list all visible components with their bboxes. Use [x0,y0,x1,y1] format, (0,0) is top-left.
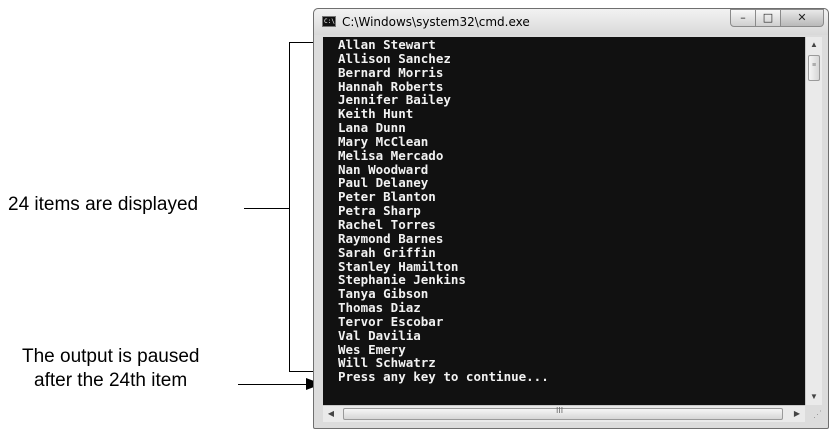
minimize-button[interactable]: – [730,9,756,27]
close-icon: ✕ [797,11,807,24]
resize-grip-icon[interactable]: ⋰ [805,405,822,422]
bracket-pointer-line [244,208,289,209]
vertical-scroll-thumb[interactable]: ≡ [808,55,820,81]
console-line: Press any key to continue... [338,369,549,385]
title-bar[interactable]: C:\ C:\Windows\system32\cmd.exe – □ ✕ [314,9,828,35]
scroll-down-arrow-icon[interactable]: ▼ [806,389,822,405]
console-line: Stanley Hamilton [338,258,459,274]
vertical-scrollbar[interactable]: ▲ ≡ ▼ [805,37,822,405]
console-line: Peter Blanton [338,189,436,205]
console-line: Allan Stewart [338,37,436,52]
console-lines: Allan Stewart Allison Sanchez Bernard Morr… [338,38,549,384]
console-line: Sarah Griffin [338,244,436,260]
console-line: Bernard Morris [338,64,444,80]
items-displayed-callout: 24 items are displayed [8,194,199,215]
console-line: Allison Sanchez [338,50,451,66]
console-line: Melisa Mercado [338,147,444,163]
console-line: Will Schwatrz [338,355,436,371]
console-line: Paul Delaney [338,175,429,191]
console-line: Mary McClean [338,133,429,149]
minimize-icon: – [740,11,746,24]
console-line: Wes Emery [338,341,406,357]
console-line: Lana Dunn [338,120,406,136]
window-title: C:\Windows\system32\cmd.exe [342,15,530,29]
paused-arrow-line [238,384,308,385]
maximize-icon: □ [762,11,774,24]
horizontal-scroll-thumb[interactable]: III [343,406,783,420]
console-line: Hannah Roberts [338,78,444,94]
console-output-area[interactable]: Allan Stewart Allison Sanchez Bernard Morr… [323,37,805,405]
cmd-window[interactable]: C:\ C:\Windows\system32\cmd.exe – □ ✕ Al… [313,8,829,429]
scroll-left-arrow-icon[interactable]: ◀ [323,406,339,422]
maximize-button[interactable]: □ [755,9,781,27]
scroll-up-arrow-icon[interactable]: ▲ [806,37,822,53]
console-line: Tanya Gibson [338,286,429,302]
console-line: Raymond Barnes [338,230,444,246]
cmd-icon[interactable]: C:\ [322,16,336,27]
output-paused-callout-line2: after the 24th item [34,370,188,391]
console-line: Jennifer Bailey [338,92,451,108]
cmd-icon-text: C:\ [324,18,335,25]
thumb-grip: ≡ [812,62,817,69]
close-button[interactable]: ✕ [780,9,824,27]
scroll-right-arrow-icon[interactable]: ▶ [789,406,805,422]
console-line: Keith Hunt [338,106,414,122]
thumb-grip-text: III [556,406,564,415]
console-line: Nan Woodward [338,161,429,177]
bracket-vertical-line [289,42,290,372]
console-line: Stephanie Jenkins [338,272,466,288]
console-line: Rachel Torres [338,216,436,232]
console-line: Tervor Escobar [338,313,444,329]
console-line: Thomas Diaz [338,300,421,316]
console-line: Val Davilia [338,327,421,343]
console-line: Petra Sharp [338,203,421,219]
horizontal-scrollbar[interactable]: ◀ III ▶ [323,405,805,422]
output-paused-callout-line1: The output is paused [22,346,200,367]
